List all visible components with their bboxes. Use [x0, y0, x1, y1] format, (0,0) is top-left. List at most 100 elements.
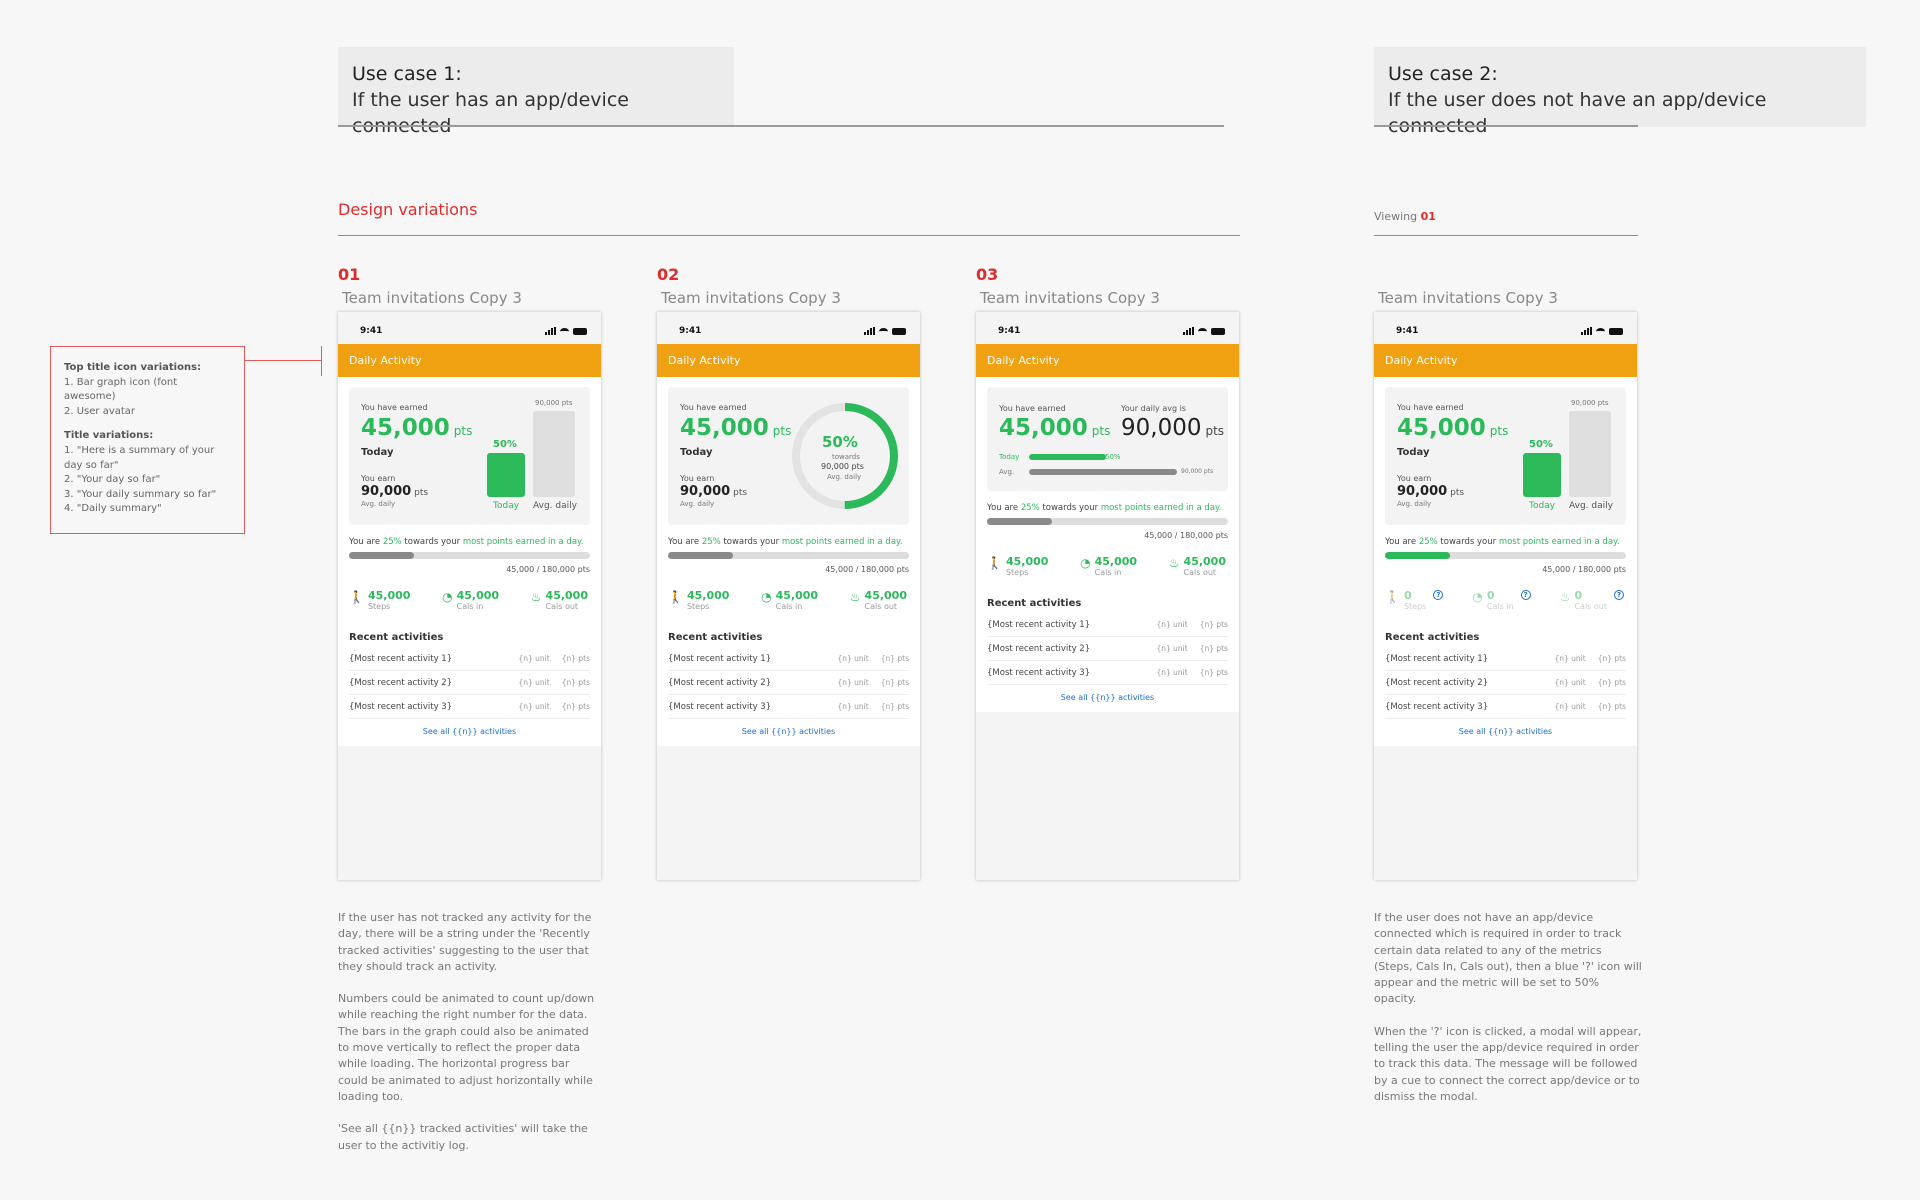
goal-progress-value: 45,000 / 180,000 pts	[1144, 531, 1228, 540]
status-bar: 9:41	[657, 312, 920, 344]
most-points-link[interactable]: most points earned in a day.	[1499, 537, 1620, 547]
activity-row[interactable]: {Most recent activity 2} {n} unit {n} pts	[1385, 671, 1626, 695]
most-points-link[interactable]: most points earned in a day.	[463, 537, 584, 547]
earned-points: 45,000 pts	[680, 415, 792, 441]
signal-icon	[545, 327, 556, 335]
activity-row[interactable]: {Most recent activity 3} {n} unit {n} pts	[349, 695, 590, 719]
activity-row[interactable]: {Most recent activity 2} {n} unit {n} pts	[349, 671, 590, 695]
app-bar: Daily Activity	[657, 344, 920, 377]
flame-icon: ♨	[849, 590, 861, 604]
avg-points: 90,000 pts	[680, 484, 748, 499]
activity-row[interactable]: {Most recent activity 3} {n} unit {n} pts	[987, 661, 1228, 685]
food-icon: ◔	[442, 590, 453, 604]
use-case-1-title: Use case 1:	[352, 63, 462, 85]
goal-text: You are 25% towards your most points ear…	[987, 503, 1222, 513]
help-icon[interactable]: ?	[1520, 590, 1531, 600]
walking-icon: 🚶	[1385, 590, 1400, 604]
food-icon: ◔	[1472, 590, 1483, 604]
summary-card: You have earned 45,000 pts Today You earn…	[668, 387, 909, 525]
today-bar	[1523, 453, 1561, 497]
note-connector-bracket	[321, 346, 322, 376]
goal-progress-bar	[1385, 552, 1626, 559]
activity-row[interactable]: {Most recent activity 2} {n} unit {n} pts	[668, 671, 909, 695]
metrics-row: 🚶 45,000 Steps ◔ 45,000 Cals in ♨ 45,000 Cals …	[349, 590, 590, 612]
metric-cals-out[interactable]: ♨ 0 Cals out?	[1560, 590, 1624, 612]
activity-row[interactable]: {Most recent activity 1} {n} unit {n} pts	[349, 647, 590, 671]
goal-progress-value: 45,000 / 180,000 pts	[1542, 565, 1626, 574]
metric-steps[interactable]: 🚶 45,000 Steps	[349, 590, 410, 612]
earned-points: 45,000 pts	[361, 415, 473, 441]
variation-02-number: 02	[657, 265, 680, 284]
wifi-icon	[1198, 327, 1207, 335]
metric-cals-in[interactable]: ◔ 45,000 Cals in	[1080, 556, 1137, 578]
signal-icon	[1183, 327, 1194, 335]
help-icon[interactable]: ?	[1614, 590, 1624, 600]
use-case-1-underline	[338, 125, 1224, 127]
activity-row[interactable]: {Most recent activity 1} {n} unit {n} pts	[1385, 647, 1626, 671]
summary-card: You have earned 45,000 pts Today You earn…	[349, 387, 590, 525]
use-case-2-subtitle: If the user does not have an app/device …	[1388, 89, 1767, 137]
metric-cals-out[interactable]: ♨ 45,000 Cals out	[850, 590, 907, 612]
recent-activities-heading: Recent activities	[1385, 632, 1480, 643]
use-case-1-header: Use case 1: If the user has an app/devic…	[338, 47, 734, 137]
recent-activities-heading: Recent activities	[668, 632, 763, 643]
most-points-link[interactable]: most points earned in a day.	[1101, 503, 1222, 513]
wifi-icon	[879, 327, 888, 335]
activity-row[interactable]: {Most recent activity 2} {n} unit {n} pts	[987, 637, 1228, 661]
summary-card: You have earned 45,000 pts Today You earn…	[1385, 387, 1626, 525]
use-case-2-description: If the user does not have an app/device …	[1374, 911, 1642, 1103]
most-points-link[interactable]: most points earned in a day.	[782, 537, 903, 547]
see-all-activities-link[interactable]: See all {{n}} activities	[349, 727, 590, 736]
metric-cals-in[interactable]: ◔ 45,000 Cals in	[442, 590, 499, 612]
activity-row[interactable]: {Most recent activity 3} {n} unit {n} pts	[1385, 695, 1626, 719]
battery-icon	[892, 327, 906, 335]
use-case-1-description: If the user has not tracked any activity…	[338, 911, 595, 1152]
viewing-divider	[1374, 235, 1638, 236]
metric-steps[interactable]: 🚶 45,000 Steps	[987, 556, 1048, 578]
earned-points: 45,000 pts	[1397, 415, 1509, 441]
use-case-2-screen-title: Team invitations Copy 3	[1378, 289, 1558, 307]
walking-icon: 🚶	[668, 590, 683, 604]
avg-hbar	[1029, 469, 1177, 475]
status-bar: 9:41	[976, 312, 1239, 344]
today-bar	[487, 453, 525, 497]
metrics-row: 🚶 45,000 Steps ◔ 45,000 Cals in ♨ 45,000 Cals …	[668, 590, 909, 612]
daily-avg-points: 90,000 pts	[1121, 415, 1225, 441]
metric-cals-in[interactable]: ◔ 0 Cals in?	[1472, 590, 1531, 612]
app-bar: Daily Activity	[976, 344, 1239, 377]
help-icon[interactable]: ?	[1433, 590, 1444, 600]
goal-progress-value: 45,000 / 180,000 pts	[506, 565, 590, 574]
see-all-activities-link[interactable]: See all {{n}} activities	[1385, 727, 1626, 736]
metric-cals-in[interactable]: ◔ 45,000 Cals in	[761, 590, 818, 612]
signal-icon	[864, 327, 875, 335]
design-variations-title: Design variations	[338, 200, 478, 219]
metric-steps[interactable]: 🚶 45,000 Steps	[668, 590, 729, 612]
goal-progress-fill	[1385, 552, 1451, 559]
see-all-activities-link[interactable]: See all {{n}} activities	[668, 727, 909, 736]
activity-row[interactable]: {Most recent activity 1} {n} unit {n} pts	[668, 647, 909, 671]
use-case-1-subtitle: If the user has an app/device connected	[352, 89, 629, 137]
recent-activities-heading: Recent activities	[349, 632, 444, 643]
ring-percent: 50%	[822, 433, 858, 451]
goal-text: You are 25% towards your most points ear…	[668, 537, 903, 547]
battery-icon	[1609, 327, 1623, 335]
app-bar: Daily Activity	[338, 344, 601, 377]
summary-card: You have earned 45,000 pts Your daily avg…	[987, 387, 1228, 491]
wifi-icon	[1596, 327, 1605, 335]
metrics-row: 🚶 0 Steps? ◔ 0 Cals in? ♨ 0 Cals out?	[1385, 590, 1626, 612]
variation-01-number: 01	[338, 265, 361, 284]
walking-icon: 🚶	[349, 590, 364, 604]
goal-progress-fill	[668, 552, 734, 559]
use-case-2-header: Use case 2: If the user does not have an…	[1374, 47, 1866, 137]
see-all-activities-link[interactable]: See all {{n}} activities	[987, 693, 1228, 702]
avg-daily-bar	[533, 411, 575, 497]
metric-cals-out[interactable]: ♨ 45,000 Cals out	[1169, 556, 1226, 578]
activity-row[interactable]: {Most recent activity 1} {n} unit {n} pts	[987, 613, 1228, 637]
note-connector	[245, 360, 321, 361]
activity-row[interactable]: {Most recent activity 3} {n} unit {n} pts	[668, 695, 909, 719]
recent-activities-heading: Recent activities	[987, 598, 1082, 609]
app-bar: Daily Activity	[1374, 344, 1637, 377]
metric-cals-out[interactable]: ♨ 45,000 Cals out	[531, 590, 588, 612]
metric-steps[interactable]: 🚶 0 Steps?	[1385, 590, 1444, 612]
variation-03-title: Team invitations Copy 3	[980, 289, 1160, 307]
